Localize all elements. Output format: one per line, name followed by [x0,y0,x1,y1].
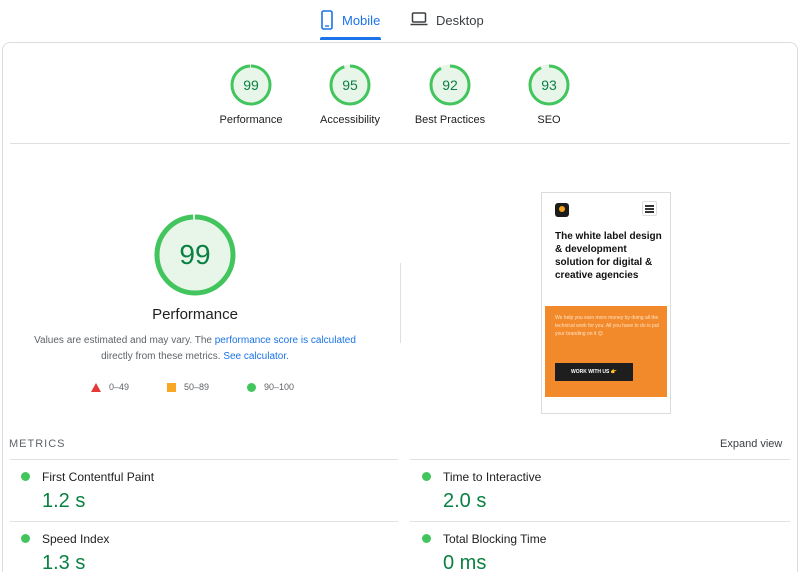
gauge-label: Best Practices [414,114,486,126]
metric-value: 1.3 s [42,552,86,572]
gauge-accessibility[interactable]: 95 Accessibility [300,64,400,126]
metric-name: Time to Interactive [443,470,542,484]
gauge-label: Accessibility [320,114,380,126]
legend-average: 50–89 [167,382,209,392]
pass-circle-icon [422,534,431,543]
metric-name: Speed Index [42,532,110,546]
site-logo-icon [555,203,569,217]
screenshot-body-text: We help you earn more money by doing all… [555,315,659,337]
smartphone-icon [320,10,334,30]
metrics-heading: METRICS [9,438,66,450]
metric-value: 2.0 s [443,490,487,512]
section-divider [10,143,790,144]
gauge-value: 95 [342,77,358,93]
screenshot-headline: The white label design & development sol… [555,231,662,281]
performance-title: Performance [152,306,238,323]
desc-text: directly from these metrics. [101,351,224,362]
desc-text: Values are estimated and may vary. The [34,335,215,346]
device-tabs: Mobile Desktop [0,0,800,42]
legend-fail: 0–49 [91,382,129,392]
metric-divider [10,521,398,522]
gauge-seo[interactable]: 93 SEO [499,64,599,126]
tab-mobile-label: Mobile [342,13,381,28]
legend-average-label: 50–89 [184,382,210,392]
vertical-divider [400,263,401,343]
circle-icon [247,382,256,392]
gauge-label: SEO [537,114,561,126]
gauge-best-practices[interactable]: 92 Best Practices [400,64,500,126]
see-calculator-link[interactable]: See calculator. [223,351,289,362]
final-screenshot[interactable]: The white label design & development sol… [541,192,671,414]
pass-circle-icon [21,472,30,481]
hamburger-menu-icon [645,205,654,213]
gauge-value: 92 [442,77,458,93]
score-calculated-link[interactable]: performance score is calculated [215,335,356,346]
performance-description: Values are estimated and may vary. The p… [20,333,370,365]
metric-value: 0 ms [443,552,487,572]
legend-pass: 90–100 [247,382,294,392]
score-legend: 0–49 50–89 90–100 [0,382,400,396]
gauge-value: 93 [541,77,557,93]
metric-value: 1.2 s [42,490,86,512]
expand-view-button[interactable]: Expand view [720,438,782,450]
gauge-performance[interactable]: 99 Performance [201,64,301,126]
screenshot-hero-banner: We help you earn more money by doing all… [545,306,667,397]
pass-circle-icon [21,534,30,543]
gauge-label: Performance [219,114,283,126]
triangle-icon [91,382,101,392]
metric-divider [410,521,790,522]
laptop-icon [410,10,428,28]
active-tab-indicator [320,37,381,40]
screenshot-cta-button: WORK WITH US 👉 [555,363,633,381]
legend-fail-label: 0–49 [109,382,130,392]
legend-pass-label: 90–100 [264,382,295,392]
metric-divider [410,459,790,460]
metric-name: Total Blocking Time [443,532,547,546]
square-icon [167,382,176,392]
metric-divider [10,459,398,460]
tab-desktop[interactable]: Desktop [410,10,484,40]
pass-circle-icon [422,472,431,481]
metric-name: First Contentful Paint [42,470,155,484]
tab-mobile[interactable]: Mobile [320,10,380,40]
tab-desktop-label: Desktop [436,13,484,28]
performance-score: 99 [179,239,211,270]
gauge-value: 99 [243,77,259,93]
performance-gauge: 99 [154,214,236,296]
